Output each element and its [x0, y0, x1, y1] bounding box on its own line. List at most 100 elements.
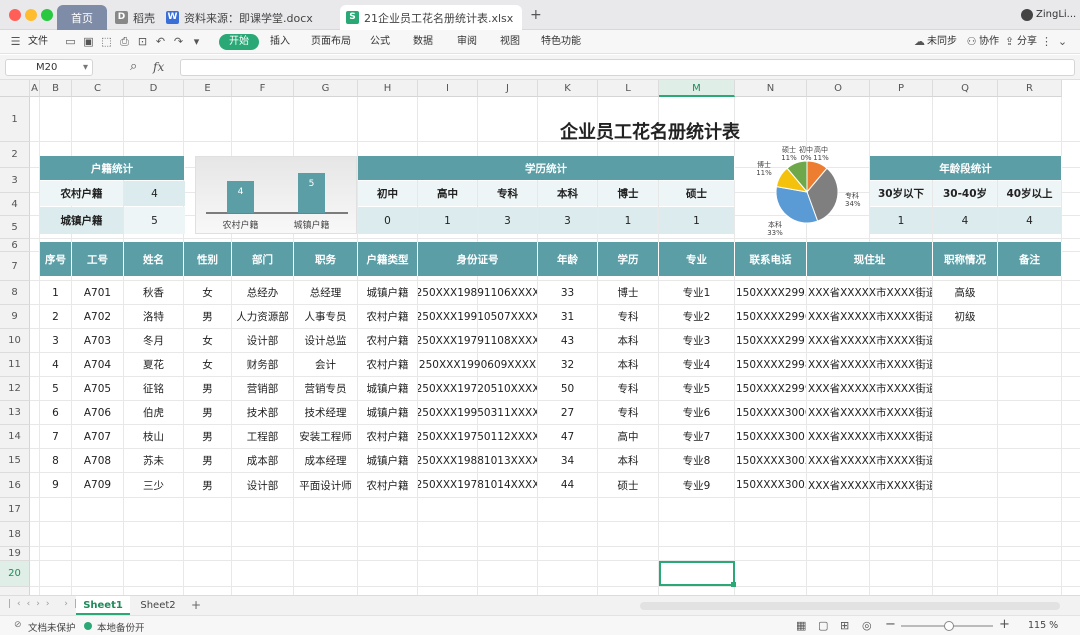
quick-access-dropdown-icon[interactable]: ▾	[190, 35, 203, 48]
bar-0[interactable]	[227, 181, 254, 213]
add-sheet-icon[interactable]: +	[191, 598, 201, 612]
age-label[interactable]: 40岁以上	[998, 181, 1061, 206]
table-cell[interactable]: 43	[538, 329, 597, 352]
export-icon[interactable]: ⬚	[100, 35, 113, 48]
menu-start[interactable]: 开始	[219, 34, 259, 50]
table-header-cell[interactable]: 现住址	[807, 242, 933, 276]
table-cell[interactable]: 人力资源部	[232, 305, 293, 328]
xueli-label[interactable]: 博士	[598, 181, 658, 206]
row-header-10[interactable]: 10	[0, 329, 30, 353]
column-header-M[interactable]: M	[659, 80, 735, 97]
table-cell[interactable]	[998, 281, 1061, 304]
table-cell[interactable]: 男	[184, 449, 231, 472]
table-cell[interactable]: A702	[72, 305, 123, 328]
table-cell[interactable]: 工程部	[232, 425, 293, 448]
row-header-6[interactable]: 6	[0, 239, 30, 252]
zoom-slider-thumb[interactable]	[944, 621, 954, 631]
table-cell[interactable]: 专业8	[659, 449, 734, 472]
table-cell[interactable]: 2	[40, 305, 71, 328]
xueli-label[interactable]: 初中	[358, 181, 417, 206]
row-header-20[interactable]: 20	[0, 561, 30, 587]
table-cell[interactable]: 农村户籍	[358, 473, 417, 497]
select-all-corner[interactable]	[0, 80, 30, 97]
column-header-Q[interactable]: Q	[933, 80, 998, 97]
table-cell[interactable]: 专业1	[659, 281, 734, 304]
table-cell[interactable]: 农村户籍	[358, 305, 417, 328]
tab-xlsx[interactable]: S21企业员工花名册统计表.xlsx●	[340, 5, 522, 30]
table-cell[interactable]: 高中	[598, 425, 658, 448]
table-cell[interactable]: A704	[72, 353, 123, 376]
table-cell[interactable]	[998, 329, 1061, 352]
table-cell[interactable]: 44	[538, 473, 597, 497]
menu-page-layout[interactable]: 页面布局	[311, 34, 351, 50]
function-icon[interactable]: fx	[153, 60, 164, 74]
row-header-1[interactable]: 1	[0, 97, 30, 142]
table-cell[interactable]: 女	[184, 329, 231, 352]
menu-view[interactable]: 视图	[500, 34, 520, 50]
page-layout-view-icon[interactable]: ▢	[818, 619, 828, 632]
table-header-cell[interactable]: 姓名	[124, 242, 184, 276]
table-cell[interactable]: 男	[184, 425, 231, 448]
table-cell[interactable]: 专科	[598, 401, 658, 424]
xueli-value[interactable]: 0	[358, 207, 417, 234]
menu-review[interactable]: 审阅	[457, 34, 477, 50]
table-cell[interactable]: 高级	[933, 281, 997, 304]
age-label[interactable]: 30岁以下	[870, 181, 932, 206]
table-cell[interactable]: 7	[40, 425, 71, 448]
huji-bar-chart[interactable]: 4 农村户籍 5 城镇户籍	[195, 156, 357, 234]
sheet-nav-arrows-icon[interactable]: |‹‹›› ›|	[8, 599, 83, 609]
table-cell[interactable]	[933, 425, 997, 448]
table-cell[interactable]: 硕士	[598, 473, 658, 497]
table-cell[interactable]: XXX省XXXXX市XXXX街道	[807, 305, 932, 328]
formula-input[interactable]	[180, 59, 1075, 76]
table-header-cell[interactable]: 联系电话	[735, 242, 807, 276]
table-cell[interactable]: 150XXXX2998	[735, 353, 806, 376]
table-cell[interactable]: 专业5	[659, 377, 734, 400]
table-cell[interactable]: 专业7	[659, 425, 734, 448]
column-header-E[interactable]: E	[184, 80, 232, 97]
table-cell[interactable]: 成本经理	[294, 449, 357, 472]
tab-daoke[interactable]: D 稻壳	[109, 5, 164, 30]
table-cell[interactable]: 50	[538, 377, 597, 400]
share-button[interactable]: 分享	[1017, 34, 1037, 50]
table-cell[interactable]: 250XXX19910507XXXX	[418, 305, 537, 328]
column-header-B[interactable]: B	[40, 80, 72, 97]
table-cell[interactable]: 财务部	[232, 353, 293, 376]
xueli-label[interactable]: 本科	[538, 181, 597, 206]
row-header-5[interactable]: 5	[0, 216, 30, 239]
table-cell[interactable]: 专业2	[659, 305, 734, 328]
row-header-2[interactable]: 2	[0, 142, 30, 168]
table-cell[interactable]: 伯虎	[124, 401, 183, 424]
table-cell[interactable]: 8	[40, 449, 71, 472]
table-cell[interactable]: 250XXX1990609XXXX	[418, 353, 537, 376]
zoom-search-icon[interactable]: ⌕	[130, 59, 137, 74]
column-header-H[interactable]: H	[358, 80, 418, 97]
table-cell[interactable]: XXX省XXXXX市XXXX街道	[807, 425, 932, 448]
tab-docx[interactable]: W资料来源：即课学堂.docx▭	[160, 5, 320, 30]
table-cell[interactable]: 农村户籍	[358, 425, 417, 448]
table-cell[interactable]: A701	[72, 281, 123, 304]
table-cell[interactable]: 冬月	[124, 329, 183, 352]
table-cell[interactable]: 本科	[598, 329, 658, 352]
table-cell[interactable]: 成本部	[232, 449, 293, 472]
table-cell[interactable]: 250XXX19891106XXXX	[418, 281, 537, 304]
table-cell[interactable]: XXX省XXXXX市XXXX街道	[807, 473, 932, 497]
age-value[interactable]: 1	[870, 207, 932, 234]
user-name[interactable]: ZingLi...	[1036, 9, 1076, 20]
column-header-F[interactable]: F	[232, 80, 294, 97]
table-cell[interactable]: 250XXX19781014XXXX	[418, 473, 537, 497]
menu-special-features[interactable]: 特色功能	[541, 34, 581, 50]
huji-header[interactable]: 户籍统计	[40, 156, 185, 180]
row-header-3[interactable]: 3	[0, 168, 30, 193]
avatar[interactable]	[1021, 9, 1033, 21]
table-cell[interactable]: 男	[184, 473, 231, 497]
table-cell[interactable]: 总经办	[232, 281, 293, 304]
menu-file[interactable]: 文件	[28, 34, 48, 50]
table-cell[interactable]: 6	[40, 401, 71, 424]
table-cell[interactable]: 枝山	[124, 425, 183, 448]
huji-label-rural[interactable]: 农村户籍	[40, 181, 123, 206]
table-cell[interactable]: XXX省XXXXX市XXXX街道	[807, 449, 932, 472]
table-cell[interactable]	[998, 377, 1061, 400]
table-cell[interactable]: 营销部	[232, 377, 293, 400]
table-cell[interactable]: 男	[184, 377, 231, 400]
